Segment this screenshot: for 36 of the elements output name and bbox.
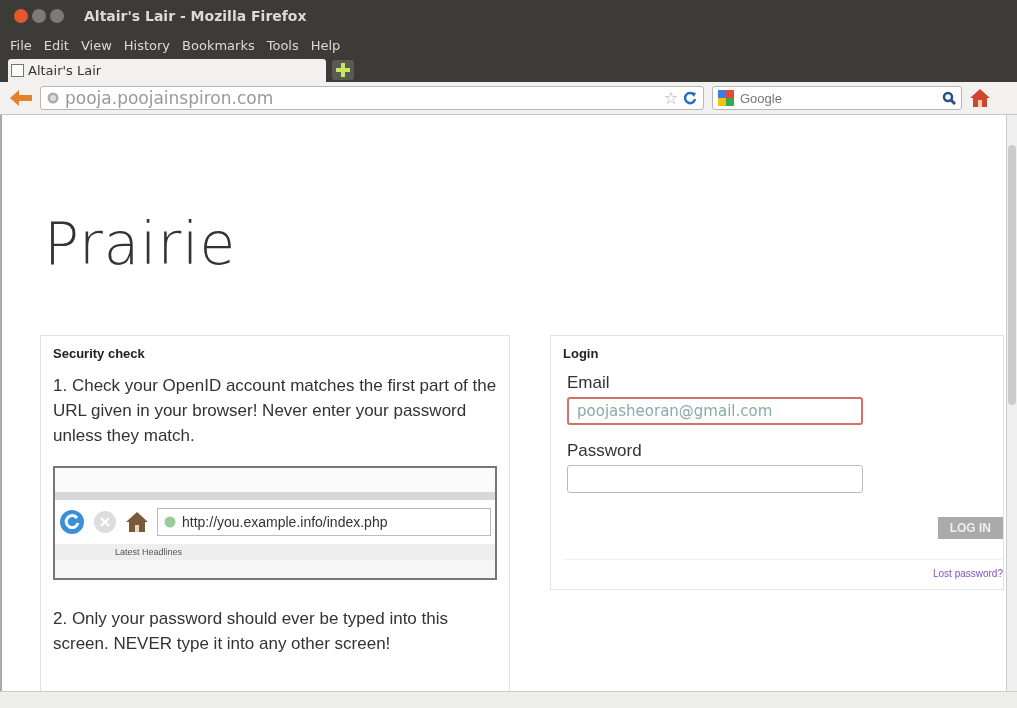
- example-address-bar: http://you.example.info/index.php: [157, 508, 491, 536]
- lost-password-link[interactable]: Lost password?: [932, 568, 1003, 579]
- search-field[interactable]: Google: [712, 86, 962, 110]
- globe-icon: [47, 92, 59, 104]
- field-label: Email: [567, 373, 611, 393]
- globe-icon: [164, 516, 176, 528]
- home-icon[interactable]: [970, 88, 990, 108]
- menu-item[interactable]: Bookmarks: [176, 37, 261, 53]
- back-icon[interactable]: [10, 90, 32, 106]
- menu-item[interactable]: Tools: [260, 37, 305, 53]
- menu-item[interactable]: View: [74, 37, 118, 53]
- browser-tab[interactable]: Altair's Lair: [8, 59, 326, 82]
- page-heading: Prairie: [44, 215, 238, 273]
- search-icon[interactable]: [942, 91, 956, 105]
- reload-icon: [59, 509, 85, 535]
- menu-item[interactable]: Help: [304, 37, 347, 53]
- panel-title: Login: [563, 346, 600, 361]
- stop-icon: [93, 510, 117, 534]
- maximize-button[interactable]: [50, 9, 64, 23]
- search-engine-icon[interactable]: [718, 90, 734, 106]
- password-field[interactable]: [567, 465, 863, 493]
- panel-title: Security check: [53, 346, 146, 361]
- menu-item[interactable]: History: [117, 37, 177, 53]
- close-button[interactable]: [14, 9, 28, 23]
- window-title: Altair's Lair - Mozilla Firefox: [84, 8, 307, 24]
- instruction-text: 2. Only your password should ever be typed into this screen. NEVER type it into any other screen!: [53, 608, 449, 655]
- new-tab-button[interactable]: [332, 60, 354, 80]
- menu-item[interactable]: Edit: [37, 37, 75, 53]
- star-icon[interactable]: [665, 92, 677, 104]
- home-icon: [125, 510, 149, 534]
- menu-item[interactable]: File: [4, 37, 38, 53]
- field-label: Password: [567, 441, 643, 461]
- reload-icon[interactable]: [683, 91, 697, 105]
- bookmark-label: Latest Headlines: [115, 547, 183, 557]
- instruction-text: 1. Check your OpenID account matches the first part of the URL given in your browser! Never enter your password unless they match.: [53, 375, 497, 447]
- minimize-button[interactable]: [32, 9, 46, 23]
